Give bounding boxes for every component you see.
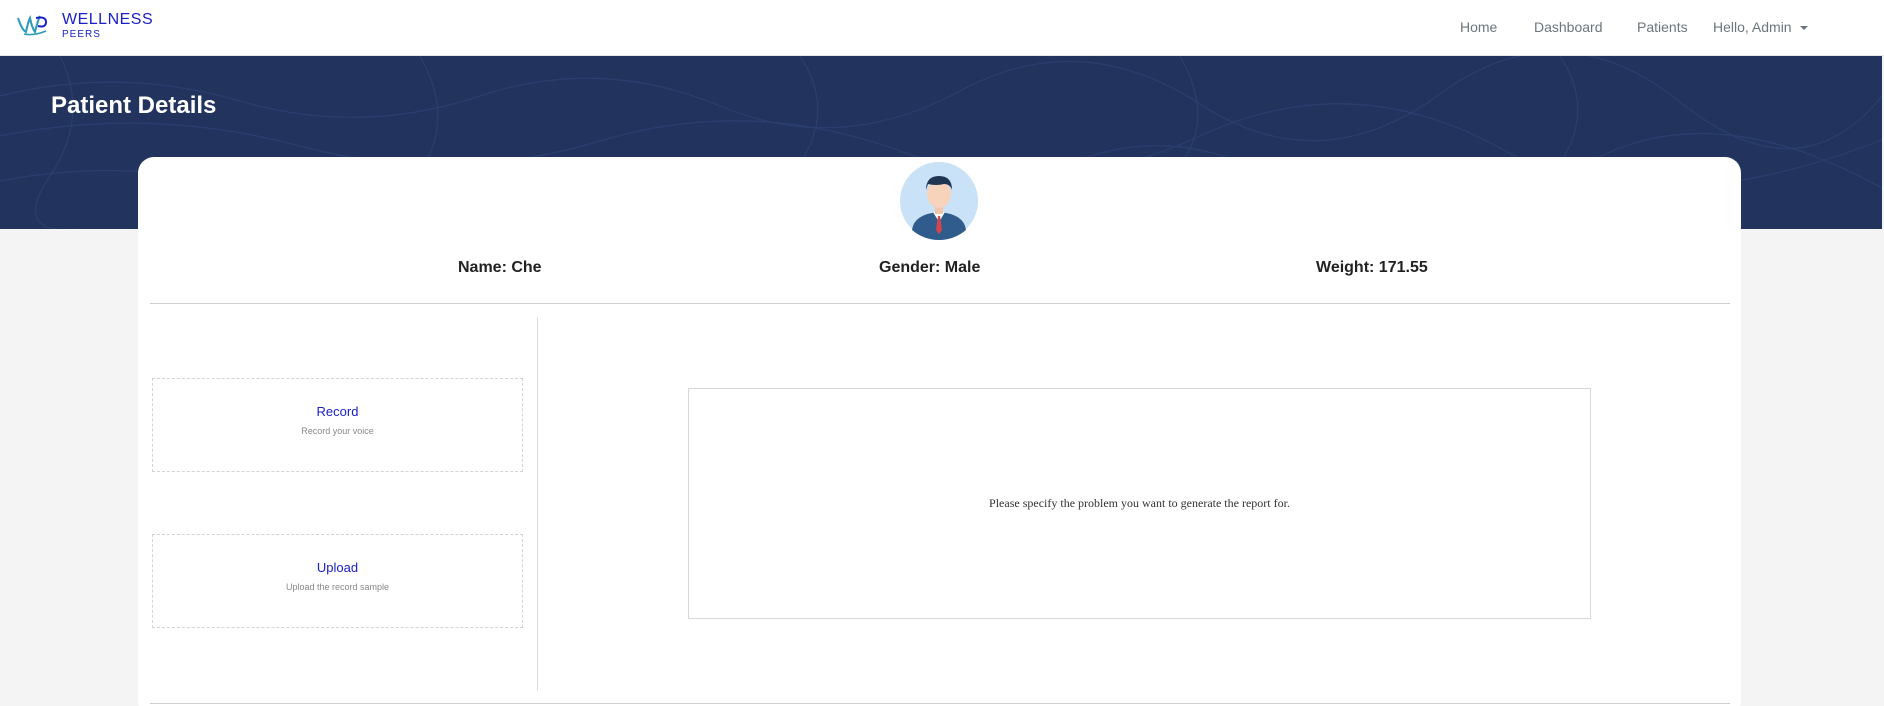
patient-name: Name: Che [458, 259, 542, 276]
card-divider-bottom [150, 703, 1730, 704]
caret-down-icon [1799, 26, 1808, 31]
nav-home[interactable]: Home [1460, 19, 1497, 35]
patient-gender: Gender: Male [879, 259, 981, 276]
column-divider [537, 317, 538, 691]
upload-title: Upload [316, 560, 359, 575]
report-panel: Please specify the problem you want to g… [688, 388, 1591, 619]
card-divider-top [150, 303, 1730, 304]
record-button[interactable]: Record Record your voice [152, 378, 523, 472]
upload-subtitle: Upload the record sample [285, 582, 390, 592]
brand-logo-icon [17, 14, 48, 36]
user-menu-dropdown[interactable]: Hello, Admin [1713, 19, 1808, 35]
report-message: Please specify the problem you want to g… [989, 496, 1290, 510]
brand-title: WELLNESS [62, 11, 154, 28]
record-subtitle: Record your voice [301, 426, 374, 436]
page-title: Patient Details [51, 92, 217, 119]
user-menu-label: Hello, Admin [1713, 19, 1792, 35]
upload-button[interactable]: Upload Upload the record sample [152, 534, 523, 628]
nav-patients[interactable]: Patients [1637, 19, 1688, 35]
record-title: Record [316, 404, 359, 419]
patient-avatar-icon [900, 162, 978, 240]
nav-dashboard[interactable]: Dashboard [1534, 19, 1603, 35]
top-navbar: WELLNESS PEERS Home Dashboard Patients H… [0, 0, 1884, 56]
patient-weight: Weight: 171.55 [1316, 259, 1428, 276]
brand-subtitle: PEERS [62, 29, 101, 40]
brand[interactable]: WELLNESS PEERS [16, 12, 153, 40]
